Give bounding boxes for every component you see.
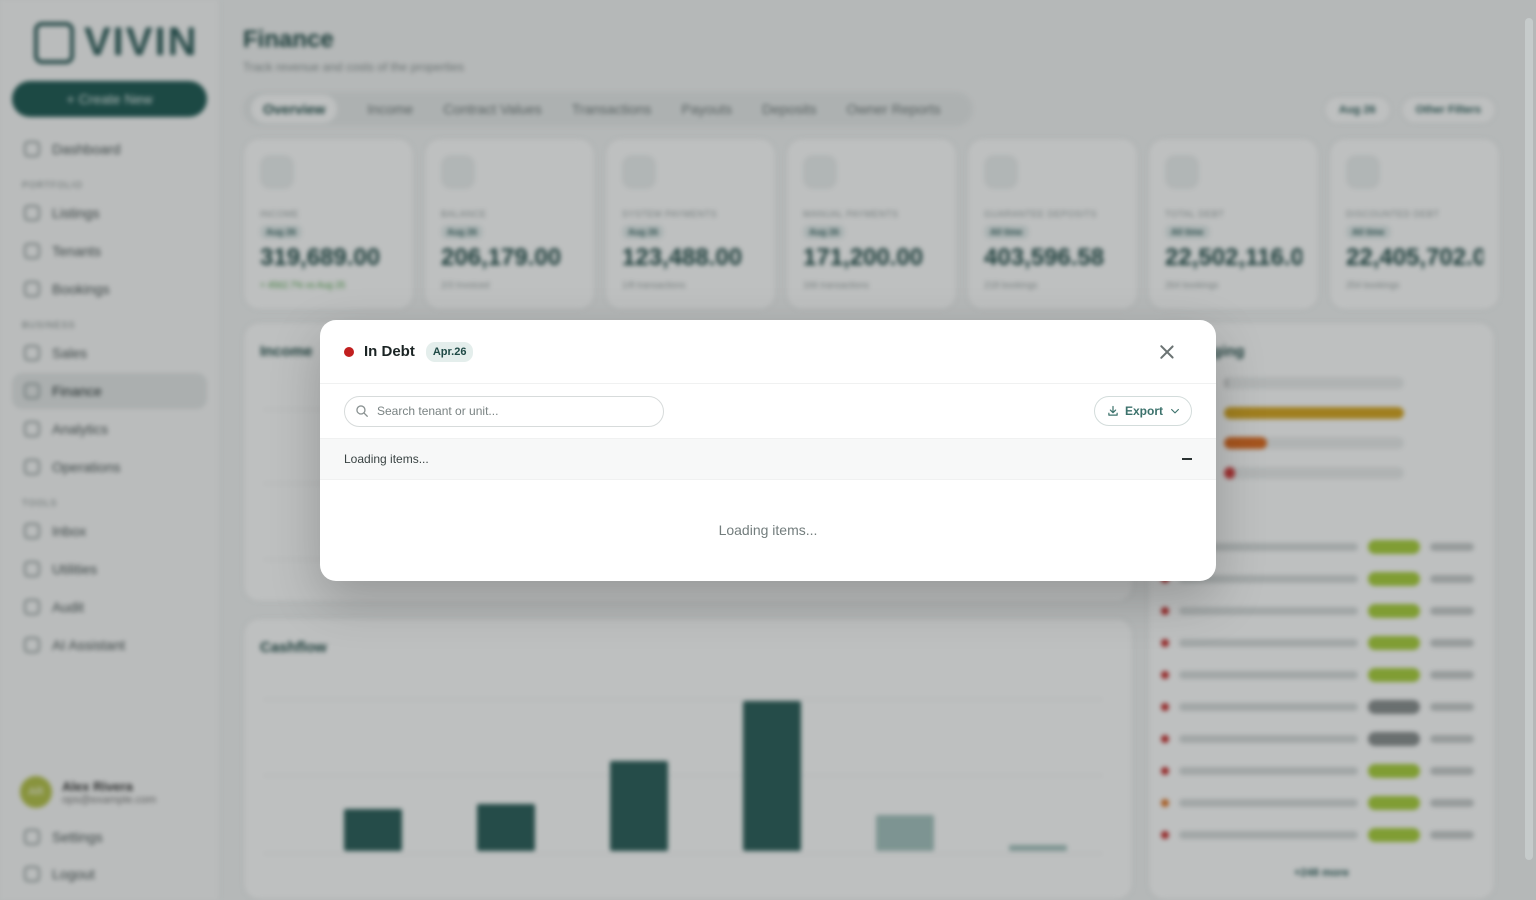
group-label: Loading items...	[344, 452, 429, 466]
search-input[interactable]	[377, 404, 647, 418]
loading-text: Loading items...	[718, 522, 818, 538]
download-icon	[1108, 405, 1118, 416]
search-box[interactable]	[344, 395, 664, 427]
status-dot	[344, 346, 354, 357]
chevron-down-icon	[1171, 408, 1179, 414]
page-scrollbar[interactable]	[1525, 18, 1533, 860]
minus-icon[interactable]	[1177, 449, 1197, 469]
export-label: Export	[1124, 404, 1163, 418]
modal-toolbar: Export	[320, 384, 1216, 438]
in-debt-modal: In Debt Apr.26 Export Loading items...	[320, 320, 1216, 581]
modal-header: In Debt Apr.26	[320, 320, 1216, 384]
group-header[interactable]: Loading items...	[320, 438, 1216, 480]
export-button[interactable]: Export	[1093, 396, 1192, 426]
period-badge: Apr.26	[425, 341, 474, 362]
search-icon	[356, 405, 368, 417]
close-icon[interactable]	[1156, 341, 1178, 363]
modal-title: In Debt	[364, 343, 415, 360]
modal-body: Loading items...	[320, 480, 1216, 580]
